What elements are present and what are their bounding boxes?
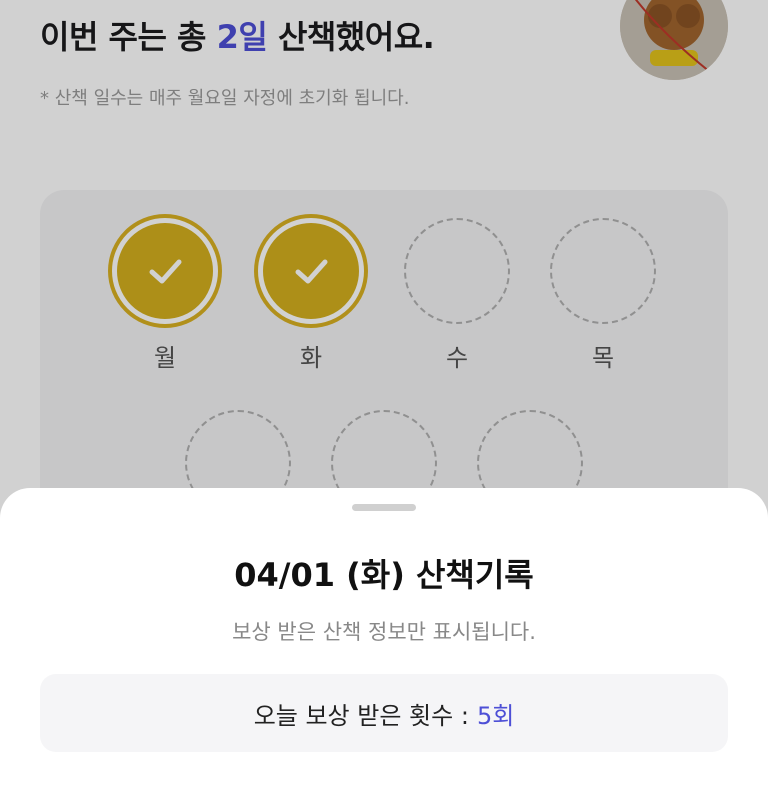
walk-record-bottom-sheet: 04/01 (화) 산책기록 보상 받은 산책 정보만 표시됩니다. 오늘 보상… bbox=[0, 488, 768, 793]
reward-count-label: 오늘 보상 받은 횟수 : bbox=[253, 701, 469, 730]
reward-count-box: 오늘 보상 받은 횟수 : 5회 bbox=[40, 674, 728, 752]
reward-count-value: 5회 bbox=[476, 701, 515, 730]
sheet-subtitle: 보상 받은 산책 정보만 표시됩니다. bbox=[232, 620, 536, 644]
sheet-drag-handle[interactable] bbox=[352, 504, 416, 511]
sheet-title: 04/01 (화) 산책기록 bbox=[234, 556, 534, 594]
